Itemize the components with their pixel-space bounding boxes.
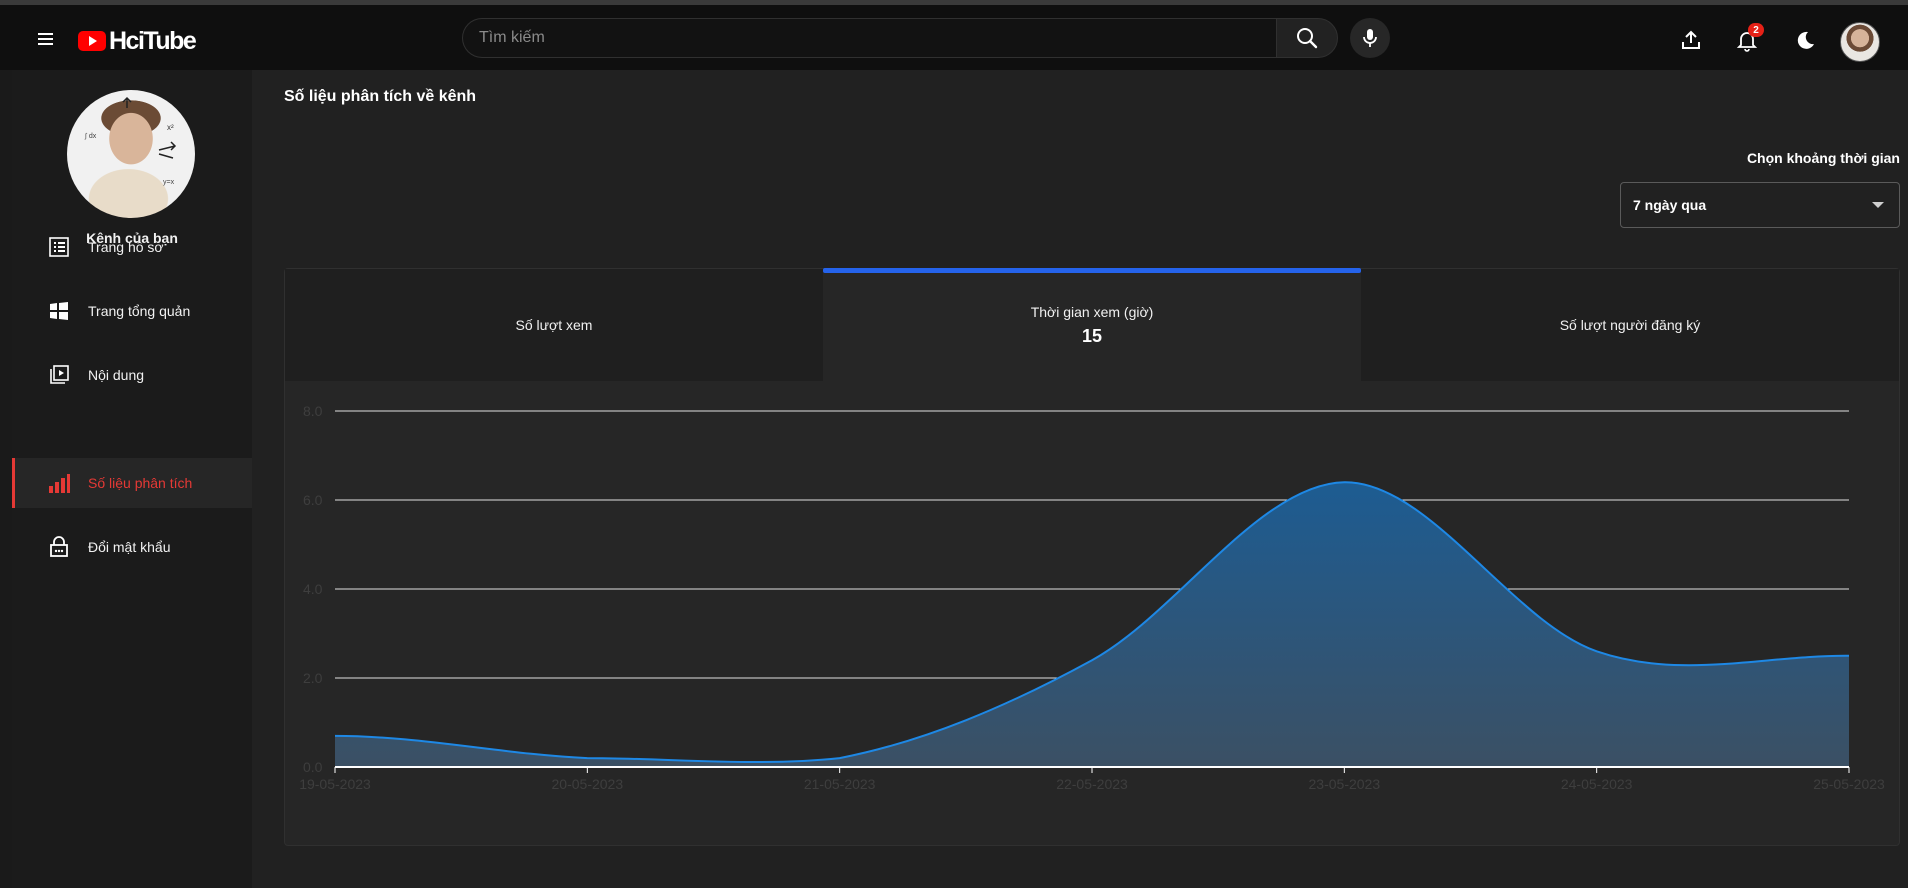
tab-subscribers[interactable]: Số lượt người đăng ký (1361, 269, 1899, 381)
x-tick-label: 20-05-2023 (552, 776, 624, 792)
y-tick-label: 2.0 (303, 670, 323, 686)
y-tick-label: 8.0 (303, 403, 323, 419)
x-tick-label: 22-05-2023 (1056, 776, 1128, 792)
search-button[interactable] (1276, 18, 1338, 58)
avatar-doodles: x² ∫ dx y=x (84, 96, 177, 186)
area-fill (335, 482, 1849, 767)
time-range-select[interactable]: 7 ngày qua (1620, 182, 1900, 228)
sidebar-item-profile[interactable]: Trang hồ sơ (12, 222, 252, 272)
sidebar-item-change-password[interactable]: Đổi mật khẩu (12, 522, 252, 572)
svg-text:∫ dx: ∫ dx (84, 133, 97, 140)
watch-time-chart: 0.0 2.0 4.0 6.0 8.0 19-05-2023 20-05-2023 21-05… (299, 403, 1885, 792)
search-icon (1297, 28, 1318, 49)
tab-views[interactable]: Số lượt xem (285, 269, 823, 381)
x-tick-label: 19-05-2023 (299, 776, 371, 792)
moon-icon (1797, 31, 1814, 49)
tab-watch-time[interactable]: Thời gian xem (giờ) 15 (823, 268, 1361, 381)
sidebar-item-label: Đổi mật khẩu (88, 539, 171, 555)
play-logo-icon (78, 31, 106, 51)
analytics-icon (48, 472, 70, 494)
voice-search-button[interactable] (1350, 18, 1390, 58)
time-range-label: Chọn khoảng thời gian (1746, 150, 1900, 166)
tab-label: Số lượt người đăng ký (1559, 317, 1701, 333)
tab-label: Số lượt xem (515, 317, 593, 333)
lock-icon (48, 536, 70, 558)
channel-avatar[interactable]: x² ∫ dx y=x (67, 90, 195, 218)
notification-count-badge: 2 (1748, 23, 1764, 37)
account-avatar[interactable] (1840, 22, 1880, 62)
left-edge (0, 70, 12, 888)
sidebar-item-dashboard[interactable]: Trang tổng quản (12, 286, 252, 336)
x-tick-label: 21-05-2023 (804, 776, 876, 792)
analytics-card: Số lượt xem Thời gian xem (giờ) 15 Số lư… (284, 268, 1900, 846)
sidebar-item-label: Trang hồ sơ (88, 239, 164, 255)
profile-list-icon (48, 236, 70, 258)
menu-icon[interactable] (30, 27, 62, 53)
y-tick-label: 0.0 (303, 759, 323, 775)
sidebar: x² ∫ dx y=x Kênh của bạn Trang hồ sơ Tra… (12, 70, 252, 888)
sidebar-item-analytics[interactable]: Số liệu phân tích (12, 458, 252, 508)
search-bar (462, 18, 1338, 58)
search-input[interactable] (462, 18, 1276, 58)
svg-text:y=x: y=x (163, 179, 175, 186)
x-tick-label: 23-05-2023 (1309, 776, 1381, 792)
logo-text: HciTube (109, 26, 197, 55)
sidebar-item-label: Số liệu phân tích (88, 475, 193, 491)
sidebar-item-content[interactable]: Nội dung (12, 350, 252, 400)
tab-value: 15 (1081, 325, 1103, 346)
mic-icon (1363, 29, 1377, 47)
tab-label: Thời gian xem (giờ) (1030, 303, 1154, 320)
x-tick-label: 25-05-2023 (1813, 776, 1885, 792)
x-tick-label: 24-05-2023 (1561, 776, 1633, 792)
page-title: Số liệu phân tích về kênh (284, 88, 477, 105)
sidebar-item-label: Nội dung (88, 367, 145, 383)
y-tick-label: 6.0 (303, 492, 323, 508)
svg-text:x²: x² (167, 123, 174, 132)
top-bar: HciTube 2 (0, 0, 1908, 70)
upload-icon (1682, 30, 1700, 49)
y-tick-label: 4.0 (303, 581, 323, 597)
upload-button[interactable] (1676, 25, 1706, 55)
logo[interactable]: HciTube (78, 26, 197, 56)
dashboard-icon (48, 300, 70, 322)
theme-toggle-button[interactable] (1790, 25, 1820, 55)
content-icon (48, 364, 70, 386)
time-range-value: 7 ngày qua (1633, 197, 1707, 213)
sidebar-item-label: Trang tổng quản (88, 303, 191, 319)
dropdown-arrow-icon (1872, 202, 1884, 208)
notifications-button[interactable]: 2 (1732, 23, 1764, 55)
metric-tabs: Số lượt xem Thời gian xem (giờ) 15 Số lư… (285, 268, 1899, 381)
